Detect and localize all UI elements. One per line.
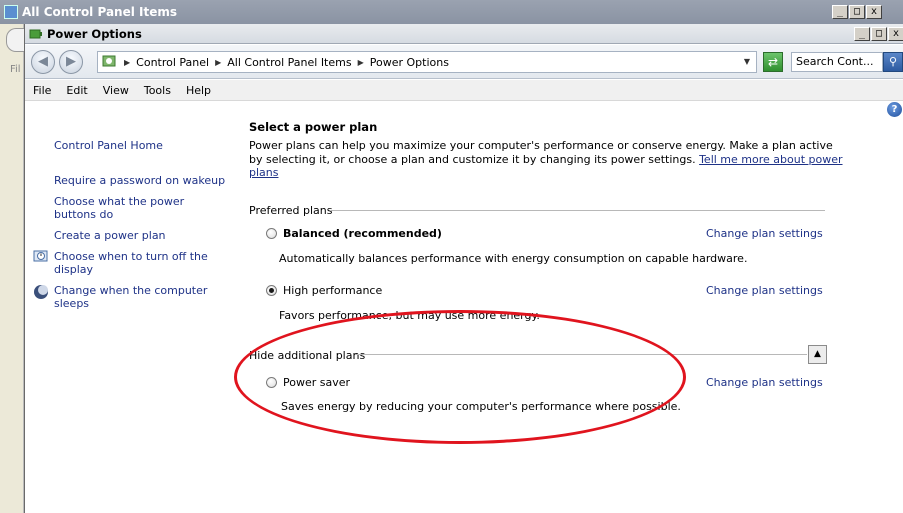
- background-window-edge: Fil: [0, 24, 24, 513]
- collapse-plans-button[interactable]: ▲: [808, 345, 827, 364]
- menu-view[interactable]: View: [103, 84, 129, 97]
- additional-plans-divider: [355, 354, 807, 355]
- plan-power-saver[interactable]: Power saver: [266, 376, 350, 389]
- moon-sleep-icon: [34, 285, 48, 299]
- window-title: Power Options: [47, 26, 142, 41]
- background-back-button[interactable]: [6, 28, 24, 52]
- search-button[interactable]: ⚲: [883, 52, 903, 72]
- background-window-controls: _ □ x: [832, 5, 882, 19]
- background-minimize-button[interactable]: _: [832, 5, 848, 19]
- power-saver-radio[interactable]: [266, 377, 277, 388]
- control-panel-icon: [4, 5, 18, 19]
- power-saver-description: Saves energy by reducing your computer's…: [281, 400, 681, 413]
- plan-balanced-name: Balanced (recommended): [283, 227, 442, 240]
- window-controls: _ □ x: [854, 27, 903, 41]
- page-title: Select a power plan: [249, 120, 378, 134]
- breadcrumb-power-options[interactable]: Power Options: [370, 56, 449, 69]
- background-menu-file[interactable]: Fil: [10, 64, 21, 75]
- balanced-radio[interactable]: [266, 228, 277, 239]
- close-button[interactable]: x: [888, 27, 903, 41]
- menu-help[interactable]: Help: [186, 84, 211, 97]
- breadcrumb-arrow-icon: ▶: [124, 57, 131, 67]
- refresh-button[interactable]: ⇄: [763, 52, 783, 72]
- preferred-plans-header: Preferred plans: [249, 204, 333, 217]
- create-plan-link[interactable]: Create a power plan: [54, 229, 166, 242]
- menu-edit[interactable]: Edit: [66, 84, 87, 97]
- power-options-window: Power Options _ □ x ◀ ▶ ▶ Control Panel …: [24, 24, 903, 513]
- high-performance-radio[interactable]: [266, 285, 277, 296]
- refresh-icon: ⇄: [767, 55, 779, 69]
- minimize-button[interactable]: _: [854, 27, 870, 41]
- forward-arrow-icon: ▶: [66, 54, 76, 69]
- address-field[interactable]: ▶ Control Panel ▶ All Control Panel Item…: [97, 51, 757, 73]
- back-arrow-icon: ◀: [38, 54, 48, 69]
- high-performance-change-settings-link[interactable]: Change plan settings: [706, 284, 823, 297]
- breadcrumb-control-panel[interactable]: Control Panel: [136, 56, 209, 69]
- background-close-button[interactable]: x: [866, 5, 882, 19]
- breadcrumb-all-items[interactable]: All Control Panel Items: [227, 56, 351, 69]
- task-pane: Control Panel Home Require a password on…: [25, 102, 235, 513]
- back-button[interactable]: ◀: [31, 50, 55, 74]
- help-icon[interactable]: ?: [887, 102, 902, 117]
- require-password-link[interactable]: Require a password on wakeup: [54, 174, 225, 187]
- address-bar: ◀ ▶ ▶ Control Panel ▶ All Control Panel …: [25, 45, 903, 79]
- power-options-icon: [29, 29, 42, 38]
- search-input[interactable]: Search Cont...: [791, 52, 883, 72]
- plan-high-performance[interactable]: High performance: [266, 284, 382, 297]
- chevron-up-icon: ▲: [814, 349, 821, 359]
- background-window-title: All Control Panel Items: [22, 5, 178, 19]
- breadcrumb-arrow-icon: ▶: [215, 57, 222, 67]
- maximize-button[interactable]: □: [871, 27, 887, 41]
- balanced-change-settings-link[interactable]: Change plan settings: [706, 227, 823, 240]
- plan-balanced[interactable]: Balanced (recommended): [266, 227, 442, 240]
- preferred-plans-divider: [331, 210, 825, 211]
- menu-tools[interactable]: Tools: [144, 84, 171, 97]
- address-dropdown-icon[interactable]: ▼: [739, 52, 755, 72]
- menu-bar: File Edit View Tools Help: [25, 80, 903, 101]
- window-titlebar[interactable]: Power Options: [25, 24, 903, 44]
- background-titlebar[interactable]: All Control Panel Items: [0, 0, 903, 24]
- forward-button[interactable]: ▶: [59, 50, 83, 74]
- turn-off-display-link[interactable]: Choose when to turn off the display: [54, 250, 219, 276]
- background-maximize-button[interactable]: □: [849, 5, 865, 19]
- high-performance-description: Favors performance, but may use more ene…: [279, 309, 540, 322]
- computer-sleeps-link[interactable]: Change when the computer sleeps: [54, 284, 235, 310]
- display-timer-icon: [33, 250, 48, 262]
- plan-power-saver-name: Power saver: [283, 376, 351, 389]
- power-saver-change-settings-link[interactable]: Change plan settings: [706, 376, 823, 389]
- hide-additional-plans-header[interactable]: Hide additional plans: [249, 349, 365, 362]
- intro-text: Power plans can help you maximize your c…: [249, 139, 849, 180]
- balanced-description: Automatically balances performance with …: [279, 252, 748, 265]
- power-buttons-link[interactable]: Choose what the power buttons do: [54, 195, 219, 221]
- plan-high-performance-name: High performance: [283, 284, 383, 297]
- search-icon: ⚲: [888, 55, 898, 68]
- control-panel-home-link[interactable]: Control Panel Home: [54, 139, 163, 152]
- breadcrumb-arrow-icon: ▶: [357, 57, 364, 67]
- menu-file[interactable]: File: [33, 84, 51, 97]
- control-panel-icon: [102, 55, 116, 67]
